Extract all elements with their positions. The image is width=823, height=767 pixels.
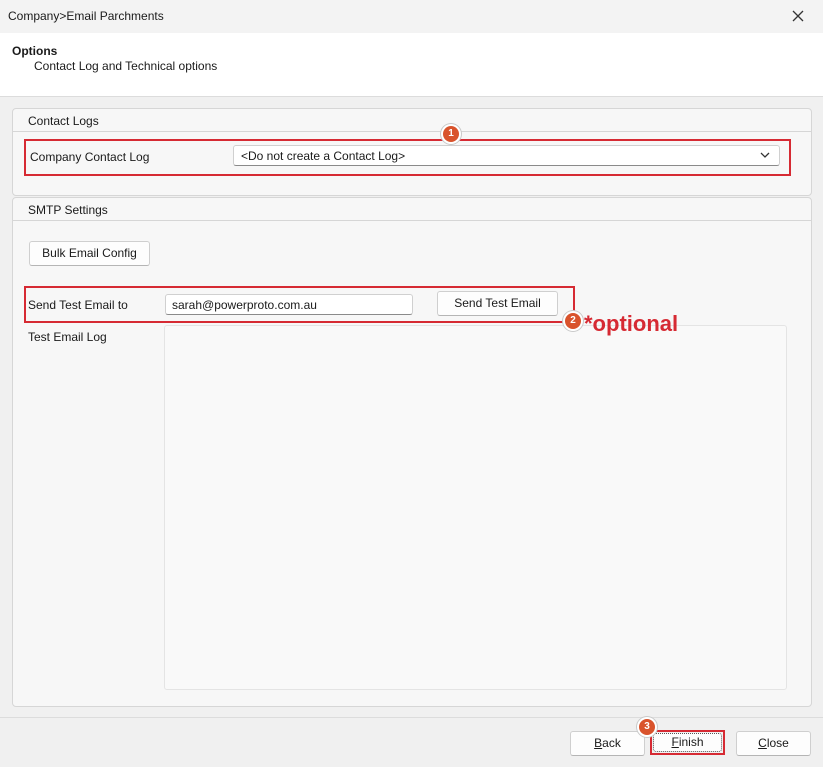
step-marker-2: 2	[565, 313, 581, 329]
step-marker-3: 3	[639, 719, 655, 735]
bulk-email-config-button[interactable]: Bulk Email Config	[29, 241, 150, 266]
header-panel: Options Contact Log and Technical option…	[0, 33, 823, 97]
test-email-log-label: Test Email Log	[28, 330, 107, 344]
page-title: Options	[12, 44, 58, 58]
title-bar: Company>Email Parchments	[0, 0, 823, 33]
send-test-email-input[interactable]: sarah@powerproto.com.au	[165, 294, 413, 315]
contact-logs-title: Contact Logs	[28, 114, 99, 128]
contact-logs-group: Contact Logs Company Contact Log <Do not…	[12, 108, 812, 196]
page-subtitle: Contact Log and Technical options	[34, 59, 218, 73]
close-icon[interactable]	[786, 4, 810, 28]
contact-logs-header: Contact Logs	[13, 109, 811, 132]
smtp-settings-group: SMTP Settings Bulk Email Config Send Tes…	[12, 197, 812, 707]
optional-note: *optional	[584, 311, 679, 336]
step-marker-1: 1	[443, 126, 459, 142]
close-button[interactable]: Close	[736, 731, 811, 756]
company-contact-log-select[interactable]: <Do not create a Contact Log>	[233, 145, 780, 166]
footer-divider	[0, 717, 823, 718]
smtp-settings-header: SMTP Settings	[13, 198, 811, 221]
test-email-log-textarea[interactable]	[164, 325, 787, 690]
back-button[interactable]: Back	[570, 731, 645, 756]
finish-button[interactable]: Finish	[653, 733, 722, 752]
send-test-email-button[interactable]: Send Test Email	[437, 291, 558, 316]
send-test-email-value: sarah@powerproto.com.au	[172, 298, 317, 312]
chevron-down-icon	[760, 152, 770, 158]
window-title: Company>Email Parchments	[8, 9, 164, 23]
smtp-settings-title: SMTP Settings	[28, 203, 108, 217]
send-test-email-label: Send Test Email to	[28, 298, 128, 312]
company-contact-log-label: Company Contact Log	[30, 150, 150, 164]
company-contact-log-value: <Do not create a Contact Log>	[241, 149, 406, 163]
